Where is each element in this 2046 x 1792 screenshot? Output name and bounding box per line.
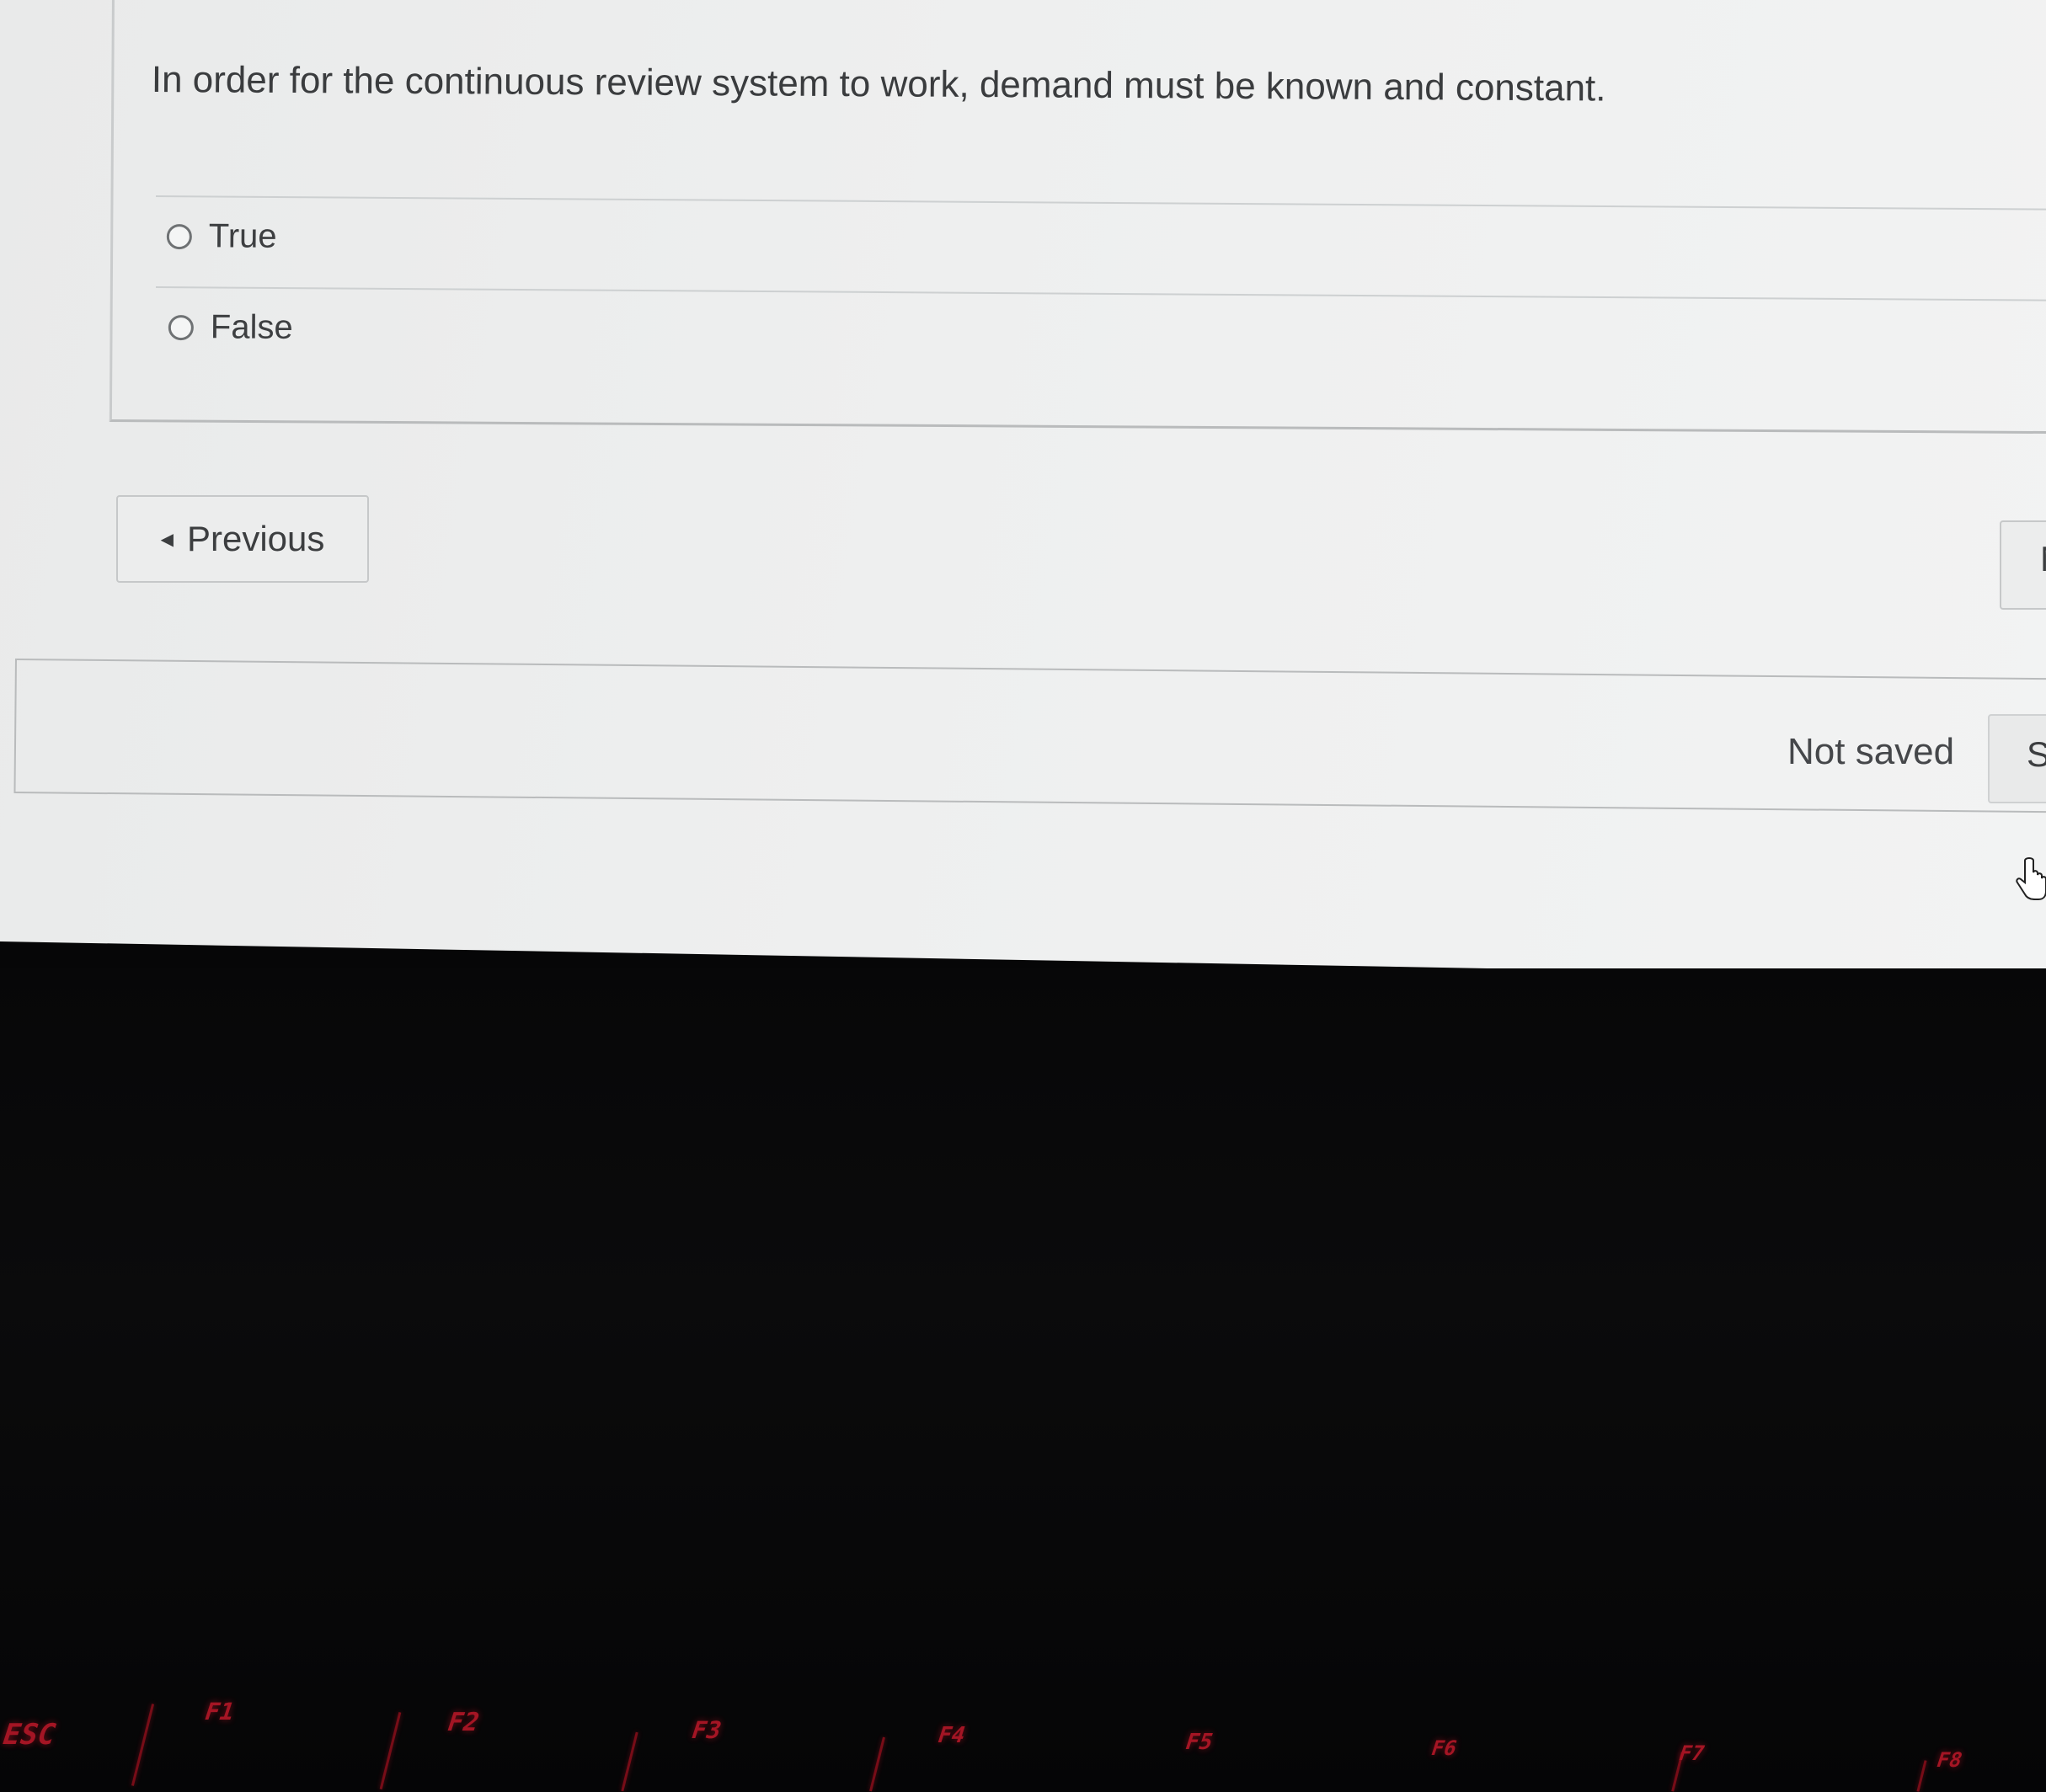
key-edge [379,1712,402,1789]
answer-option-true[interactable]: True [166,217,277,256]
save-status: Not saved [1787,731,1955,772]
key-edge [869,1736,885,1792]
answer-option-false[interactable]: False [168,308,293,347]
radio-false[interactable] [168,314,194,340]
key-f8: F8 [1933,1748,1966,1772]
next-button-label: N [2040,539,2046,579]
key-esc: ESC [0,1718,61,1752]
save-bar [13,659,2046,813]
key-f2: F2 [443,1708,483,1737]
hand-cursor-icon [2016,857,2046,900]
key-edge [131,1704,155,1786]
screen: In order for the continuous review syste… [0,0,2046,968]
laptop-keyboard: ESC F1 F2 F3 F4 F5 F6 F7 F8 [0,968,2046,1792]
key-edge [621,1731,638,1792]
next-button[interactable]: N [2000,520,2046,610]
answer-label-true: True [208,217,277,255]
caret-left-icon: ◀ [160,530,174,549]
answer-label-false: False [210,308,293,346]
previous-button-label: Previous [186,519,325,558]
save-button-label: S [2027,734,2046,774]
question-text: In order for the continuous review syste… [151,59,1606,109]
key-f5: F5 [1182,1730,1217,1755]
key-f3: F3 [687,1716,726,1744]
key-edge [1916,1760,1927,1792]
key-f1: F1 [200,1698,239,1725]
key-f4: F4 [934,1723,970,1748]
key-f6: F6 [1428,1736,1461,1760]
previous-button[interactable]: ◀ Previous [116,495,369,583]
save-button[interactable]: S [1988,714,2046,803]
radio-true[interactable] [166,223,192,249]
